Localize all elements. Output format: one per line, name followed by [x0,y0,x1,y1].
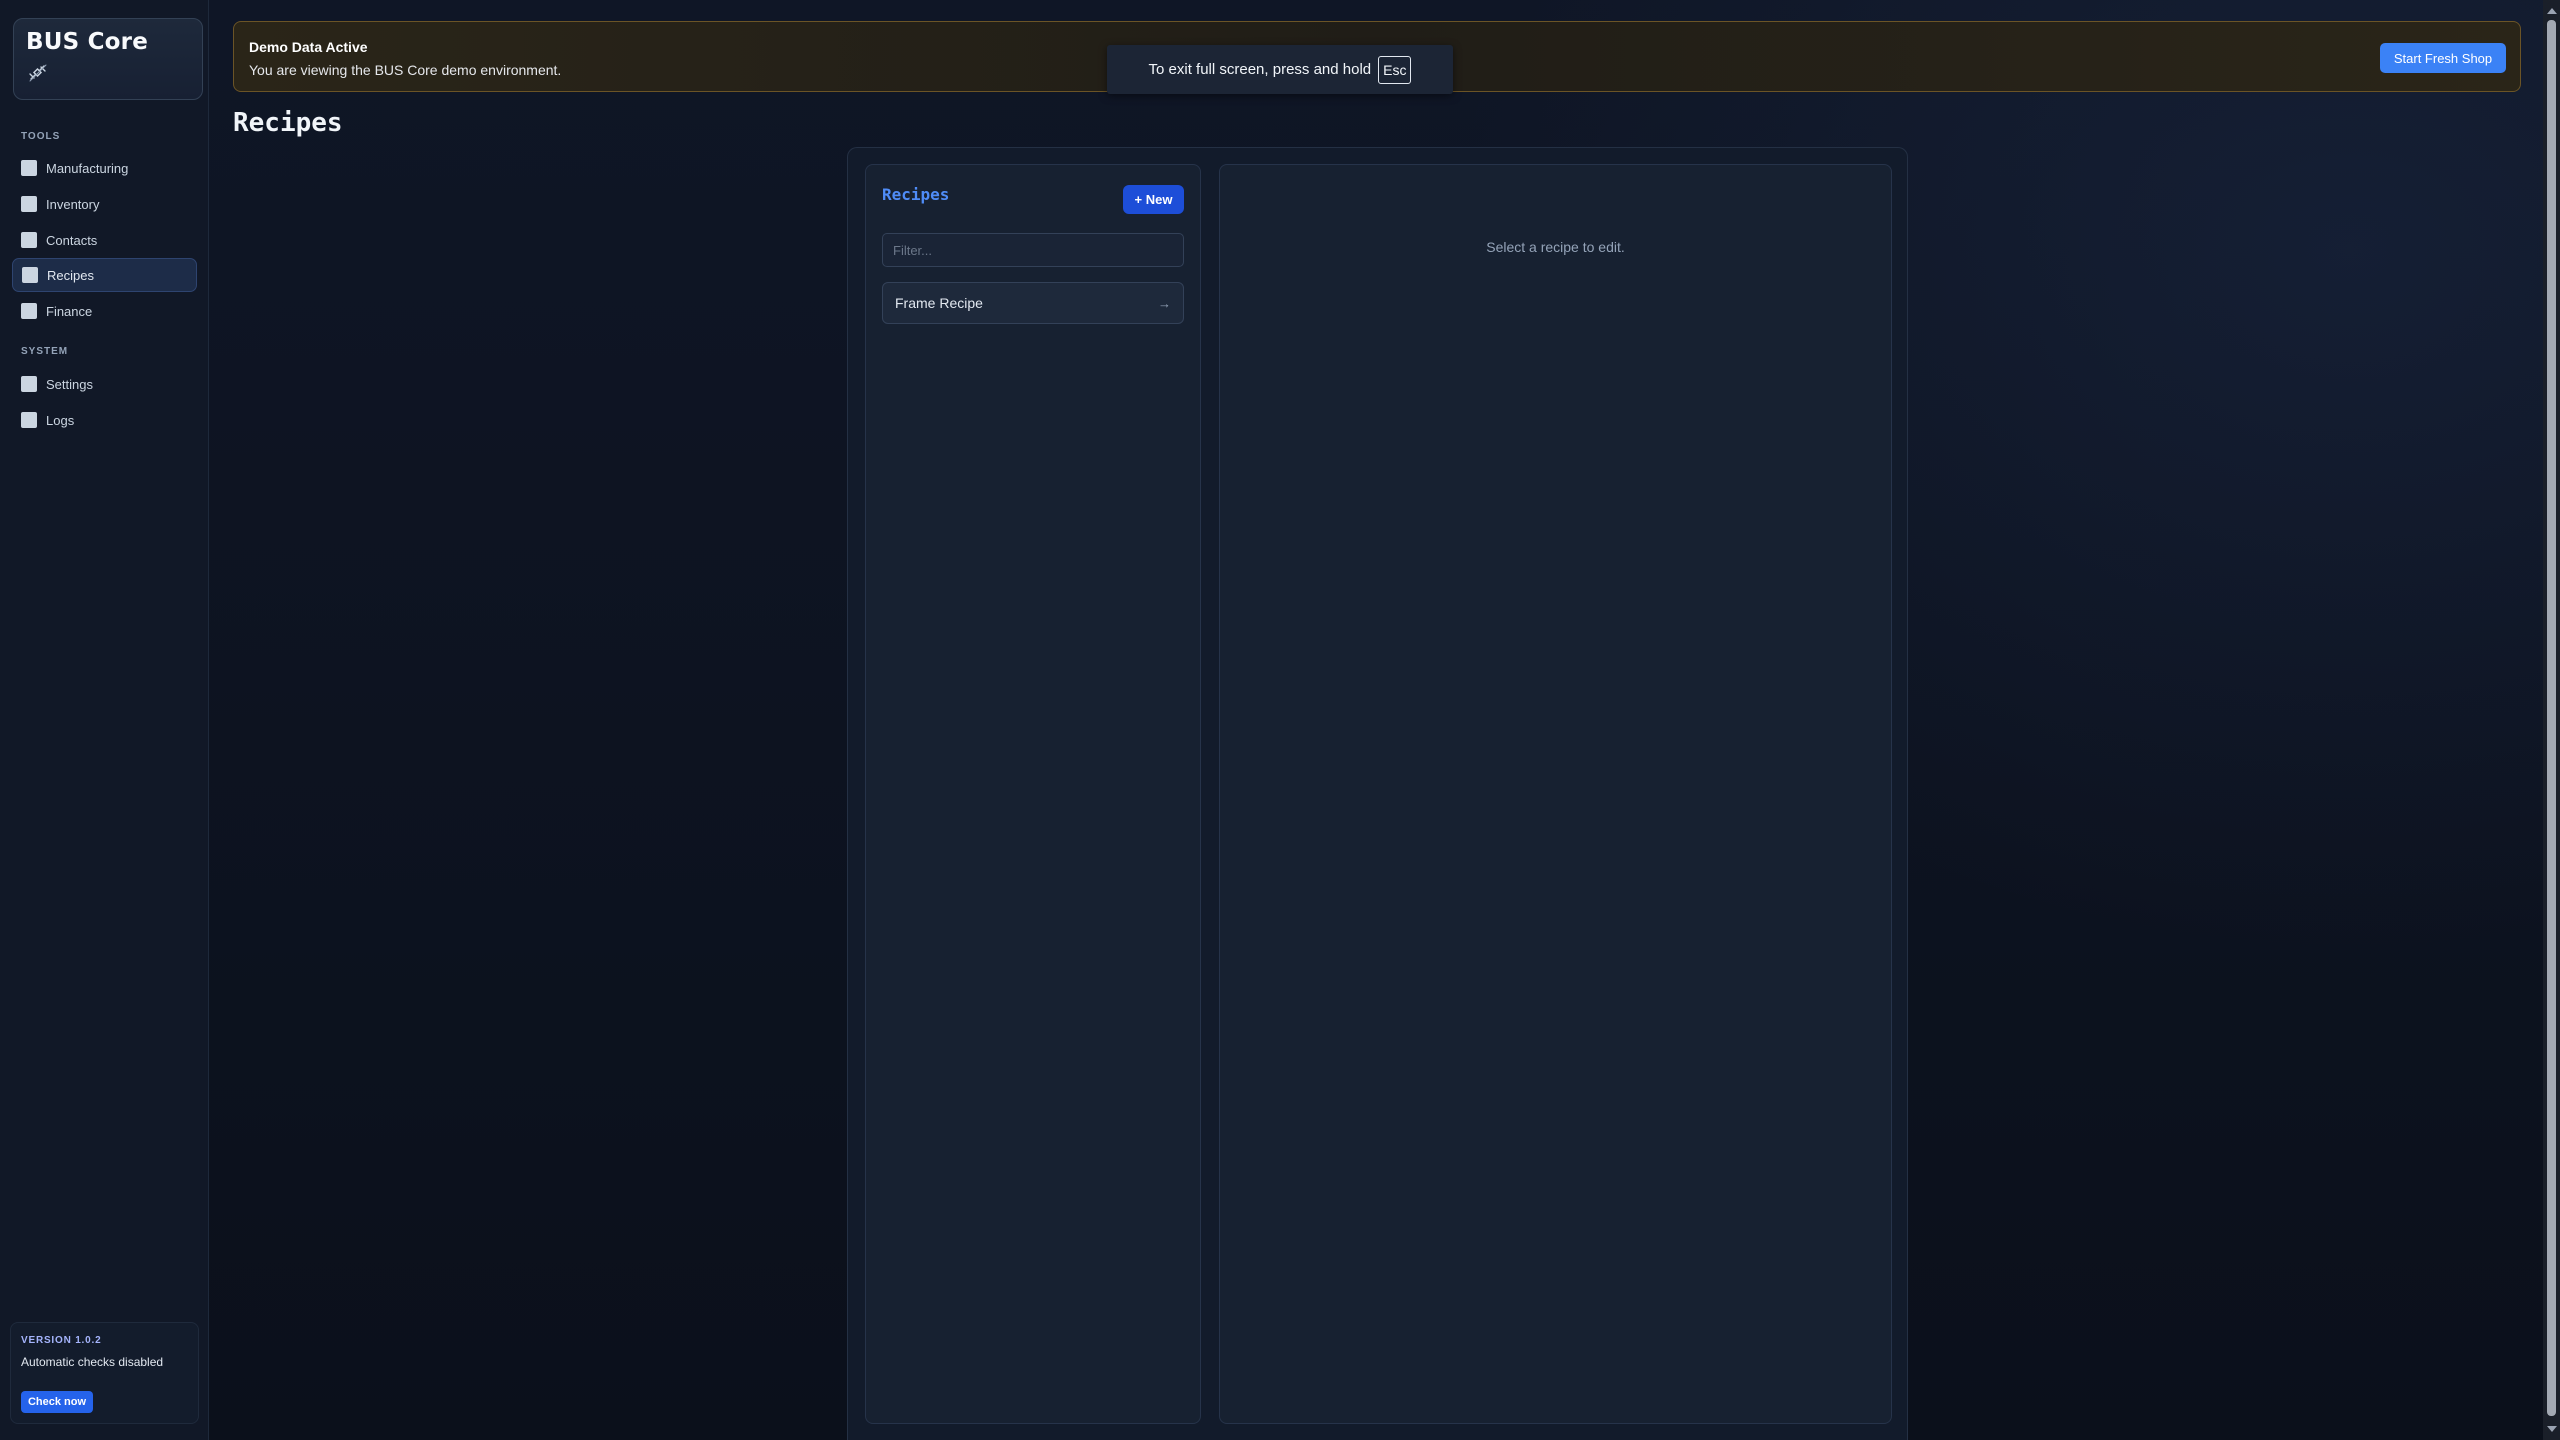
settings-icon [21,376,37,392]
sidebar-item-label: Settings [46,376,93,392]
sidebar-item-label: Finance [46,303,93,319]
sidebar-section-system: SYSTEM [21,346,69,357]
sidebar-section-tools: TOOLS [21,131,61,142]
sidebar-item-manufacturing[interactable]: Manufacturing [12,151,197,185]
sidebar-item-finance[interactable]: Finance [12,294,197,328]
fullscreen-exit-toast: To exit full screen, press and hold Esc [1107,45,1453,94]
sidebar-item-label: Contacts [46,232,98,248]
inventory-icon [21,196,37,212]
new-recipe-button[interactable]: + New [1123,185,1184,214]
sidebar-item-settings[interactable]: Settings [12,367,197,401]
recipes-workspace: Recipes + New Frame Recipe → Select a re… [847,147,1908,1440]
sidebar-item-inventory[interactable]: Inventory [12,187,197,221]
esc-key-badge: Esc [1378,55,1412,84]
recipe-list-title: Recipes [882,185,950,204]
banner-title: Demo Data Active [249,39,368,55]
list-item[interactable]: Frame Recipe → [882,282,1184,324]
sidebar-item-label: Recipes [47,267,94,283]
logs-icon [21,412,37,428]
contacts-icon [21,232,37,248]
banner-text: You are viewing the BUS Core demo enviro… [249,62,562,78]
recipe-filter-input[interactable] [882,233,1184,267]
update-status: Automatic checks disabled [21,1355,164,1369]
version-label: VERSION 1.0.2 [21,1335,102,1346]
empty-state-text: Select a recipe to edit. [1486,239,1625,255]
sidebar-item-label: Manufacturing [46,160,129,176]
sidebar-item-label: Logs [46,412,75,428]
page-scrollbar[interactable] [2543,0,2560,1440]
recipe-name: Frame Recipe [895,295,983,311]
sidebar-item-contacts[interactable]: Contacts [12,223,197,257]
satellite-icon [29,64,47,82]
sidebar-item-label: Inventory [46,196,100,212]
manufacturing-icon [21,160,37,176]
scrollbar-thumb[interactable] [2547,20,2556,1416]
scroll-down-icon[interactable] [2547,1426,2557,1432]
start-fresh-shop-button[interactable]: Start Fresh Shop [2380,43,2506,73]
scroll-up-icon[interactable] [2547,8,2557,14]
brand-card[interactable]: BUS Core [13,18,203,100]
brand-title: BUS Core [26,29,149,55]
recipe-detail-panel: Select a recipe to edit. [1219,164,1892,1424]
app-window: BUS Core TOOLS Manufacturing Inventory C… [0,0,2560,1440]
sidebar-item-logs[interactable]: Logs [12,403,197,437]
check-now-button[interactable]: Check now [21,1391,93,1413]
sidebar-item-recipes[interactable]: Recipes [12,258,197,292]
recipe-list-panel: Recipes + New Frame Recipe → [865,164,1201,1424]
recipes-icon [22,267,38,283]
arrow-right-icon: → [1158,295,1171,311]
version-card: VERSION 1.0.2 Automatic checks disabled … [10,1322,199,1424]
fullscreen-toast-text: To exit full screen, press and hold [1148,61,1372,78]
sidebar: BUS Core TOOLS Manufacturing Inventory C… [0,0,209,1440]
page-title: Recipes [233,108,343,138]
finance-icon [21,303,37,319]
